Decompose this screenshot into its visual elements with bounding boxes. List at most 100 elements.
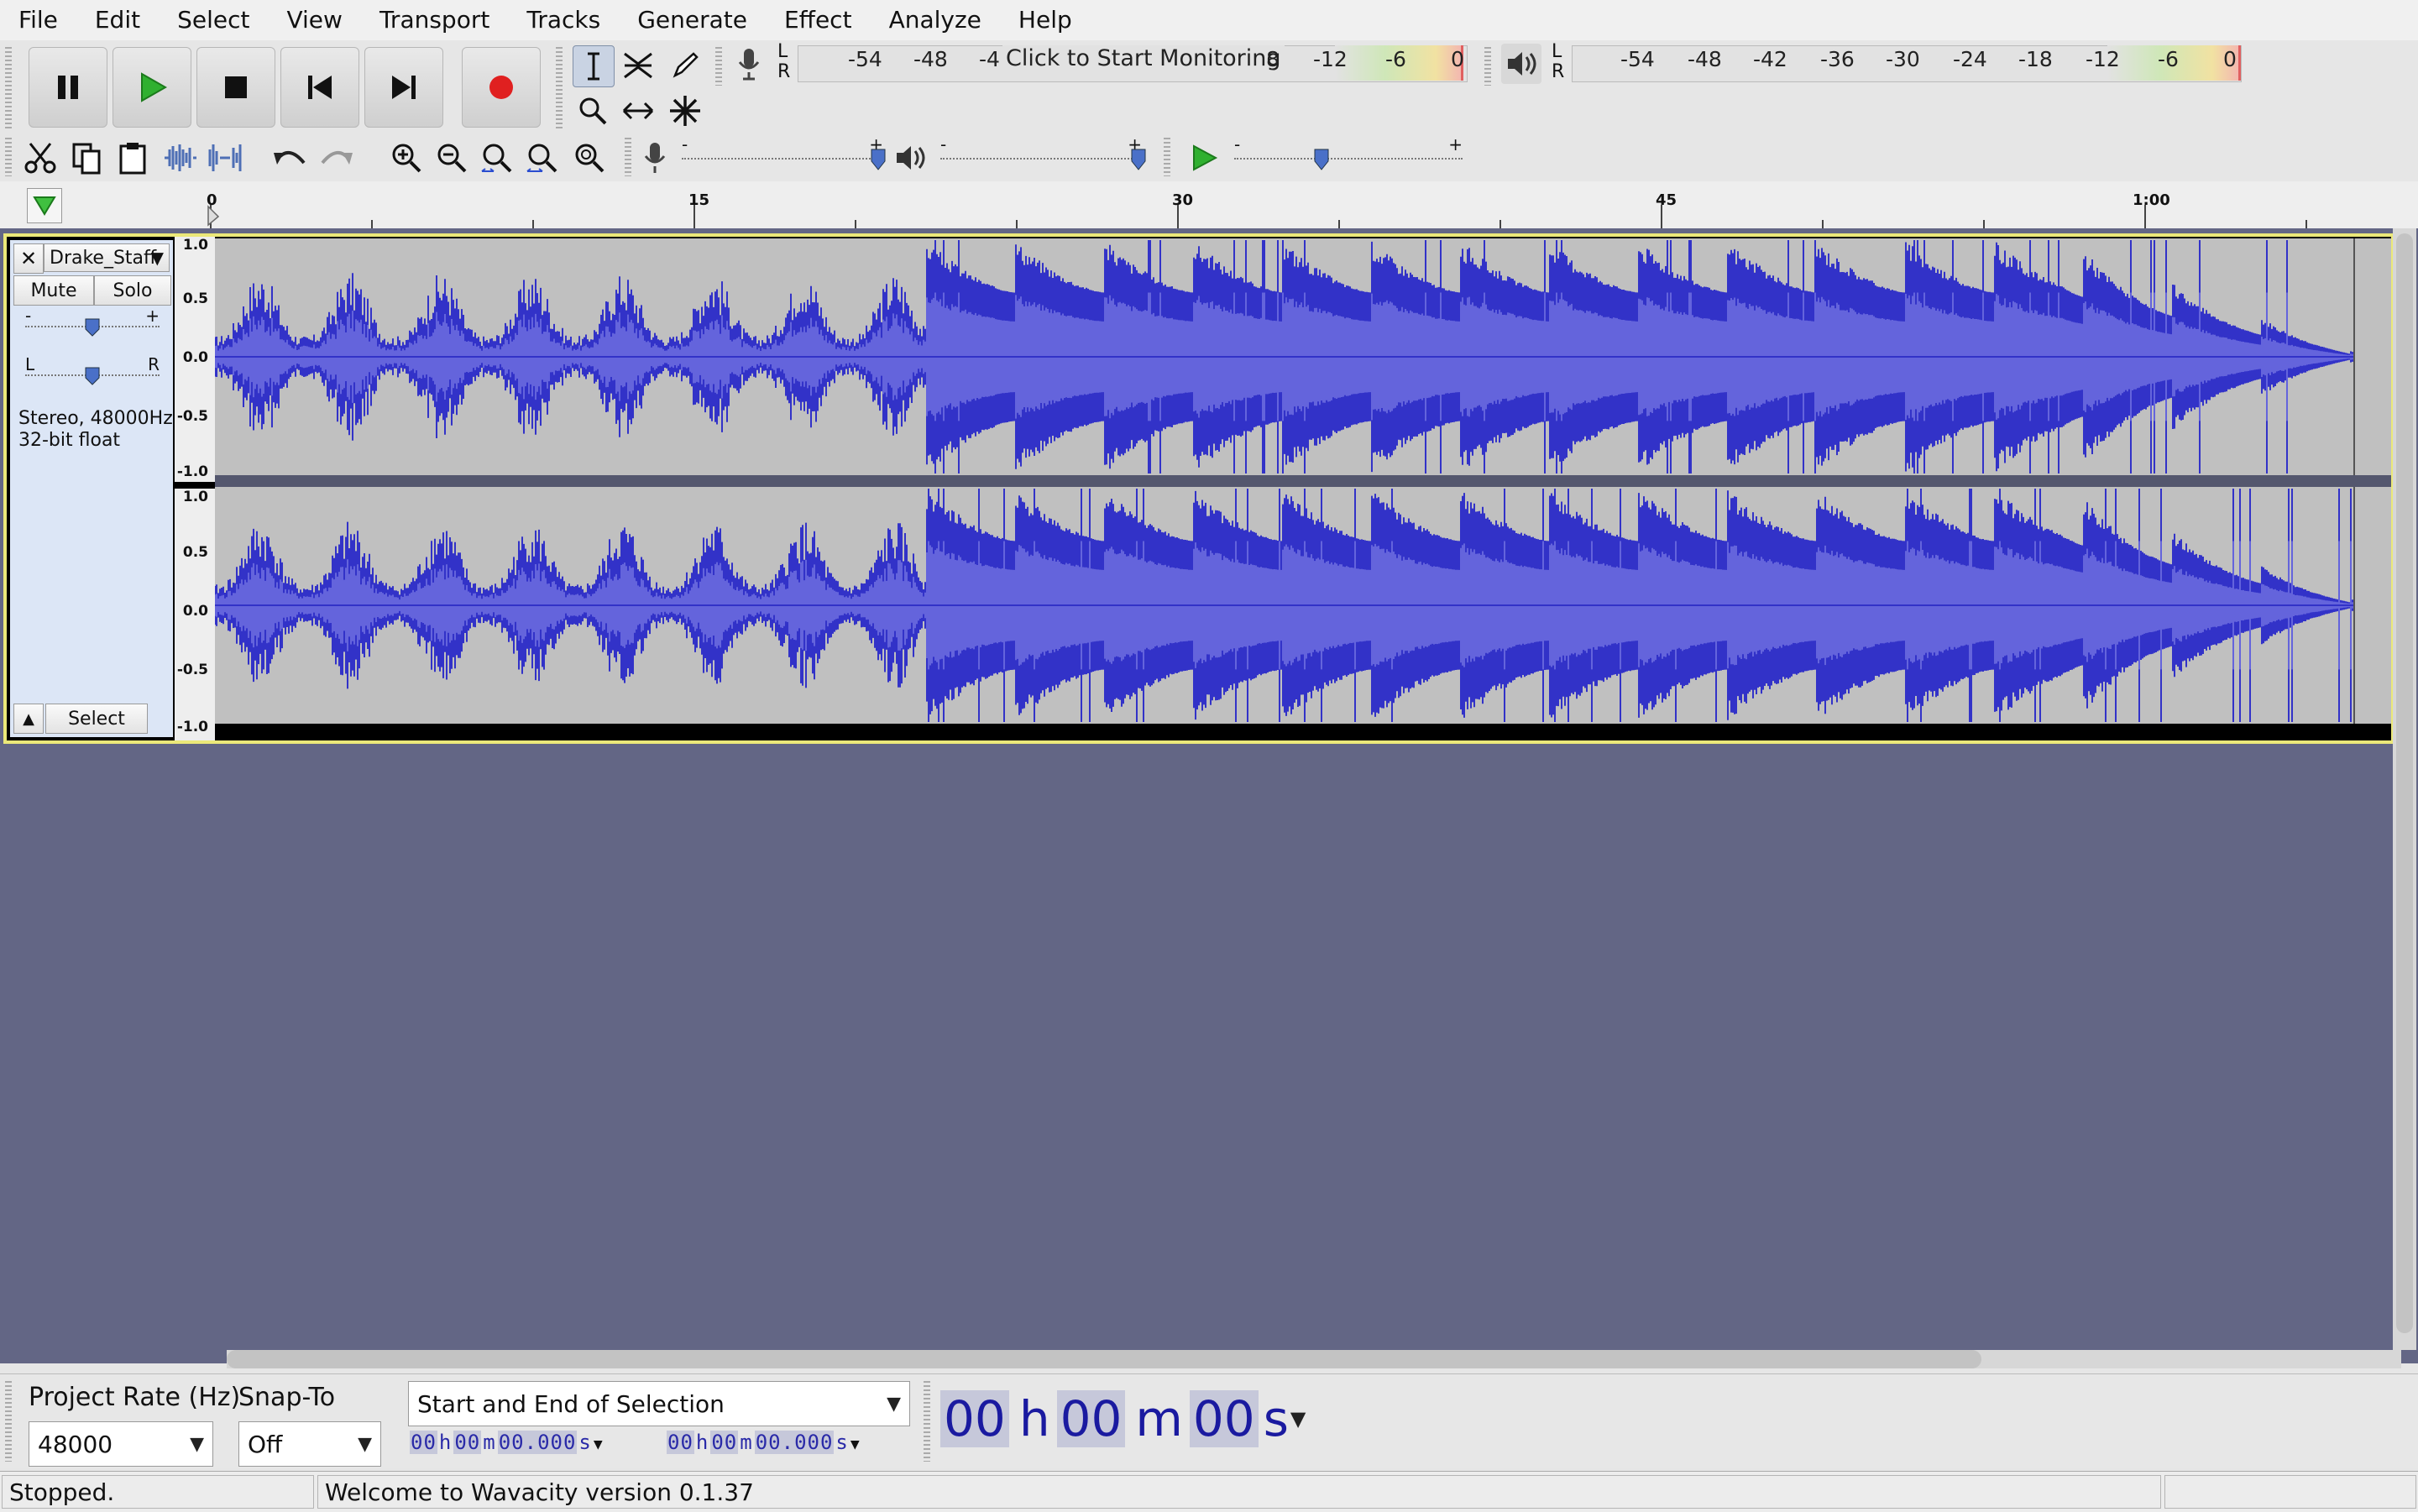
start-monitoring-prompt[interactable]: Click to Start Monitoring (1002, 45, 1285, 71)
menu-help[interactable]: Help (1000, 0, 1091, 40)
slider-min-label: - (940, 134, 947, 154)
end-minutes[interactable]: 00 (710, 1431, 739, 1454)
tools-toolbar-grip[interactable] (556, 47, 563, 131)
playback-speed-slider[interactable]: - + (1234, 134, 1463, 173)
timeline-ruler[interactable]: 0 15 30 45 1:00 (0, 181, 2418, 229)
play-at-speed-button[interactable] (1184, 138, 1224, 178)
channel-separator[interactable] (215, 475, 2391, 487)
solo-button[interactable]: Solo (94, 275, 171, 306)
slider-thumb[interactable] (870, 148, 887, 171)
pan-slider[interactable]: L R (25, 354, 160, 391)
slider-thumb[interactable] (84, 366, 101, 386)
playback-volume-slider[interactable]: - + (940, 134, 1146, 173)
zoom-in-button[interactable] (386, 138, 427, 178)
stop-button[interactable] (196, 47, 275, 128)
ruler-tick (1338, 220, 1340, 228)
scale-label: -0.5 (176, 662, 208, 678)
transport-toolbar-grip[interactable] (5, 47, 12, 129)
fit-selection-button[interactable] (477, 138, 517, 178)
selection-tool-button[interactable] (573, 45, 615, 87)
time-toolbar-grip[interactable] (924, 1381, 930, 1462)
gain-slider[interactable]: - + (25, 306, 160, 343)
scale-label: 0.0 (182, 349, 208, 366)
copy-button[interactable] (67, 138, 107, 178)
menu-tracks[interactable]: Tracks (508, 0, 619, 40)
paste-button[interactable] (113, 138, 153, 178)
record-meter-button[interactable] (729, 44, 769, 84)
mixer-toolbar-grip[interactable] (625, 138, 631, 176)
start-minutes[interactable]: 00 (453, 1431, 482, 1454)
speaker-icon (897, 146, 925, 170)
redo-button[interactable] (316, 138, 356, 178)
menu-analyze[interactable]: Analyze (871, 0, 1000, 40)
pause-button[interactable] (29, 47, 107, 128)
selection-toolbar-grip[interactable] (5, 1381, 12, 1462)
track-name-menu[interactable]: Drake_Staff ▼ (44, 243, 170, 272)
slider-track (940, 158, 1142, 161)
trim-audio-button[interactable] (160, 138, 200, 178)
play-button[interactable] (113, 47, 191, 128)
waveform-right-channel[interactable] (215, 487, 2391, 724)
menu-transport[interactable]: Transport (361, 0, 508, 40)
close-track-button[interactable]: ✕ (13, 243, 44, 274)
snap-to-dropdown[interactable]: Off ▼ (238, 1421, 381, 1467)
time-shift-tool-button[interactable] (618, 91, 658, 131)
audio-track[interactable]: ✕ Drake_Staff ▼ Mute Solo - + L R Stereo (3, 233, 2394, 744)
chevron-down-icon: ▼ (358, 1434, 372, 1455)
project-rate-dropdown[interactable]: 48000 ▼ (29, 1421, 213, 1467)
slider-thumb[interactable] (1313, 148, 1330, 171)
record-meter-grip[interactable] (715, 47, 722, 86)
menu-file[interactable]: File (0, 0, 76, 40)
play-head-marker[interactable] (207, 205, 220, 227)
chevron-down-icon[interactable]: ▼ (1290, 1407, 1306, 1431)
skip-to-start-button[interactable] (280, 47, 359, 128)
timeline-options-button[interactable] (27, 188, 62, 223)
zoom-tool-button[interactable] (573, 91, 613, 131)
chevron-down-icon[interactable]: ▼ (594, 1436, 604, 1453)
menu-select[interactable]: Select (159, 0, 268, 40)
menu-effect[interactable]: Effect (766, 0, 871, 40)
selection-mode-dropdown[interactable]: Start and End of Selection ▼ (408, 1381, 910, 1426)
fit-project-button[interactable] (522, 138, 563, 178)
menu-edit[interactable]: Edit (76, 0, 159, 40)
recording-volume-slider[interactable]: - + (682, 134, 886, 173)
silence-audio-button[interactable] (205, 138, 245, 178)
cut-button[interactable] (20, 138, 60, 178)
track-area[interactable]: ✕ Drake_Staff ▼ Mute Solo - + L R Stereo (0, 228, 2418, 1363)
selection-end-time[interactable]: 00 h 00 m 00.000 s ▼ (667, 1426, 861, 1458)
record-button[interactable] (462, 47, 541, 128)
playback-meter-button[interactable] (1501, 44, 1541, 84)
menu-view[interactable]: View (268, 0, 360, 40)
audio-position-display[interactable]: 00 h 00 m 00 s▼ (940, 1385, 1306, 1452)
end-hours[interactable]: 00 (667, 1431, 694, 1454)
slider-thumb[interactable] (1130, 148, 1147, 171)
start-hours[interactable]: 00 (410, 1431, 437, 1454)
selection-start-time[interactable]: 00 h 00 m 00.000 s ▼ (410, 1426, 604, 1458)
menu-generate[interactable]: Generate (619, 0, 766, 40)
chevron-down-icon[interactable]: ▼ (850, 1436, 861, 1453)
envelope-tool-button[interactable] (618, 45, 658, 86)
play-at-speed-grip[interactable] (1164, 138, 1170, 176)
zoom-toggle-button[interactable] (568, 138, 608, 178)
unit-label: s (578, 1431, 592, 1454)
multi-tool-button[interactable] (665, 91, 705, 131)
collapse-track-button[interactable]: ▲ (13, 704, 44, 734)
horizontal-scroll-thumb[interactable] (227, 1350, 1981, 1368)
mute-button[interactable]: Mute (13, 275, 94, 306)
select-track-button[interactable]: Select (45, 704, 148, 734)
start-seconds[interactable]: 00.000 (497, 1431, 578, 1454)
draw-tool-button[interactable] (665, 45, 705, 86)
vertical-scroll-thumb[interactable] (2396, 233, 2413, 1333)
edit-toolbar-grip[interactable] (5, 138, 12, 176)
zoom-out-button[interactable] (432, 138, 472, 178)
horizontal-scrollbar[interactable] (227, 1350, 2401, 1368)
envelope-icon (624, 52, 652, 79)
waveform-left-channel[interactable] (215, 238, 2391, 475)
undo-button[interactable] (270, 138, 311, 178)
vertical-scrollbar[interactable] (2393, 228, 2416, 1350)
skip-to-end-button[interactable] (364, 47, 443, 128)
playback-meter-grip[interactable] (1484, 47, 1491, 86)
track-control-panel[interactable]: ✕ Drake_Staff ▼ Mute Solo - + L R Stereo (10, 240, 173, 737)
end-seconds[interactable]: 00.000 (754, 1431, 835, 1454)
slider-thumb[interactable] (84, 317, 101, 337)
